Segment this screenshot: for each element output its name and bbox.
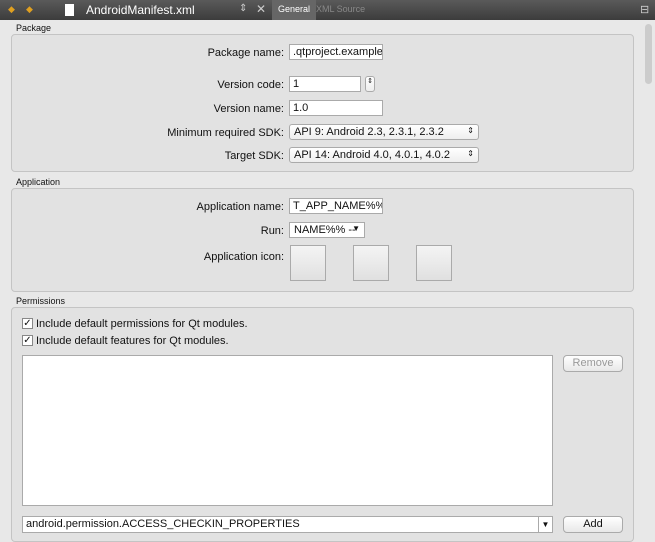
min-sdk-select[interactable]: API 9: Android 2.3, 2.3.1, 2.3.2 ⇕ [289,124,479,140]
version-code-stepper[interactable]: ⇕ [365,76,375,92]
run-label: Run: [260,225,284,237]
application-heading: Application [16,177,61,187]
version-name-input[interactable]: 1.0 [289,100,383,116]
permission-combobox[interactable]: android.permission.ACCESS_CHECKIN_PROPER… [22,516,553,533]
permissions-heading: Permissions [16,296,66,306]
remove-button[interactable]: Remove [563,355,623,372]
run-select[interactable]: NAME%% -- ▼ [289,222,365,238]
close-icon[interactable]: ✕ [256,2,266,16]
file-icon [65,4,74,16]
target-sdk-value: API 14: Android 4.0, 4.0.1, 4.0.2 [294,149,450,161]
tab-general[interactable]: General [272,0,317,20]
version-code-input[interactable]: 1 [289,76,361,92]
chevron-down-icon: ▼ [352,224,360,233]
min-sdk-label: Minimum required SDK: [167,127,284,139]
package-heading: Package [16,23,52,33]
file-selector[interactable]: AndroidManifest.xml [86,3,195,17]
icon-high-dpi-button[interactable] [416,245,452,281]
version-name-label: Version name: [213,103,284,115]
split-icon[interactable]: ⊟ [640,3,649,16]
permissions-list[interactable] [22,355,553,506]
icon-low-dpi-button[interactable] [290,245,326,281]
target-sdk-select[interactable]: API 14: Android 4.0, 4.0.1, 4.0.2 ⇕ [289,147,479,163]
back-icon[interactable]: ◆ [8,4,15,15]
default-features-checkbox[interactable]: ✓ [22,335,33,346]
package-name-label: Package name: [207,47,284,59]
target-sdk-label: Target SDK: [224,150,284,162]
chevron-down-icon[interactable]: ▼ [538,517,552,532]
app-name-label: Application name: [196,201,284,213]
default-permissions-label: Include default permissions for Qt modul… [36,318,248,330]
add-button[interactable]: Add [563,516,623,533]
icon-medium-dpi-button[interactable] [353,245,389,281]
tab-xml-source[interactable]: XML Source [316,4,365,14]
permission-value: android.permission.ACCESS_CHECKIN_PROPER… [26,518,300,530]
run-value: NAME%% -- [294,224,356,236]
package-name-input[interactable]: .qtproject.example [289,44,383,60]
app-name-input[interactable]: T_APP_NAME%% -- [289,198,383,214]
updown-icon: ⇕ [467,149,474,158]
updown-icon: ⇕ [467,126,474,135]
min-sdk-value: API 9: Android 2.3, 2.3.1, 2.3.2 [294,126,444,138]
version-code-label: Version code: [217,79,284,91]
forward-icon[interactable]: ◆ [26,4,33,15]
editor-toolbar: ◆ ◆ AndroidManifest.xml ⇕ ✕ General XML … [0,0,655,20]
scrollbar[interactable] [645,24,652,84]
default-features-label: Include default features for Qt modules. [36,335,229,347]
default-permissions-checkbox[interactable]: ✓ [22,318,33,329]
app-icon-label: Application icon: [203,251,284,263]
updown-icon[interactable]: ⇕ [239,3,247,14]
